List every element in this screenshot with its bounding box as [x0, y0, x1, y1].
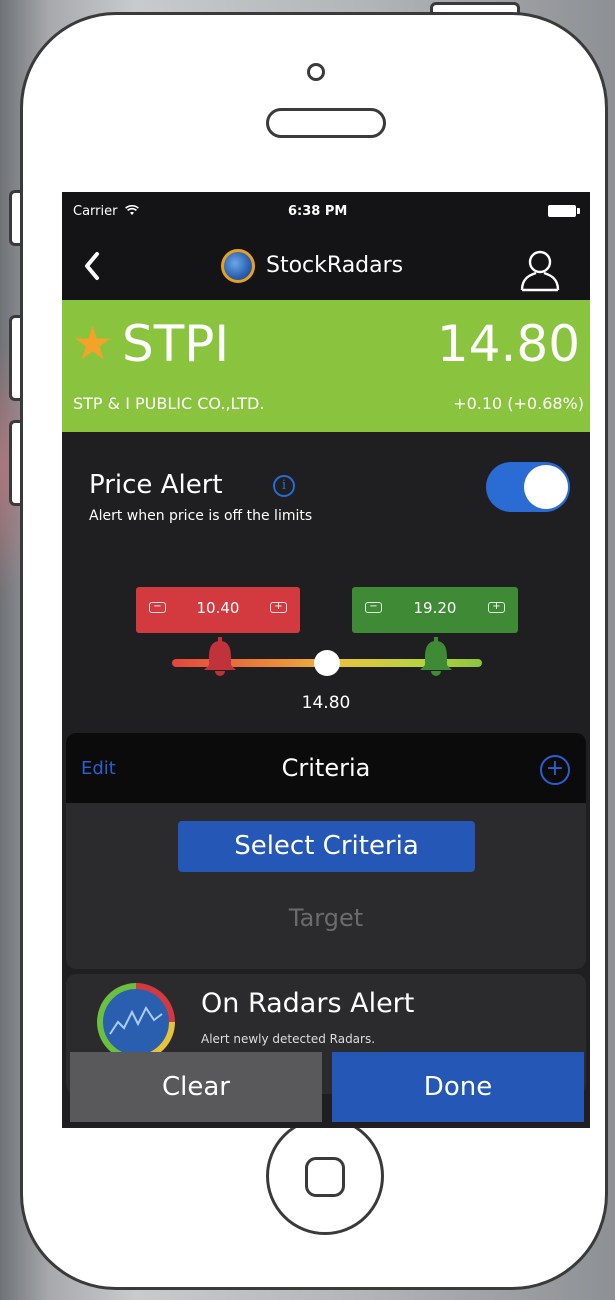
- increment-low-button[interactable]: +: [270, 602, 287, 613]
- criteria-title: Criteria: [281, 754, 371, 782]
- price-alert-subtitle: Alert when price is off the limits: [89, 508, 313, 524]
- stock-price: 14.80: [436, 315, 580, 373]
- edit-criteria-button[interactable]: Edit: [81, 758, 116, 779]
- high-limit-stepper: − 19.20 +: [352, 587, 518, 633]
- select-criteria-button[interactable]: Select Criteria: [178, 821, 475, 872]
- radars-alert-title: On Radars Alert: [201, 988, 415, 1019]
- radars-alert-subtitle: Alert newly detected Radars.: [201, 1032, 376, 1046]
- price-alert-toggle[interactable]: [486, 462, 570, 512]
- radar-icon: [96, 983, 175, 1061]
- user-icon[interactable]: [518, 248, 562, 294]
- wifi-icon: [124, 204, 139, 215]
- info-icon[interactable]: i: [273, 475, 295, 497]
- low-limit-stepper: − 10.40 +: [136, 587, 300, 633]
- price-change: +0.10 (+0.68%): [453, 394, 584, 413]
- carrier-label: Carrier: [73, 204, 139, 219]
- status-bar: Carrier 6:38 PM: [62, 192, 590, 236]
- star-icon[interactable]: ★: [72, 313, 113, 373]
- company-name: STP & I PUBLIC CO.,LTD.: [73, 394, 265, 413]
- app-title: StockRadars: [266, 253, 404, 278]
- bell-low-icon[interactable]: [200, 637, 240, 679]
- current-price-label: 14.80: [301, 693, 351, 713]
- toggle-knob: [524, 465, 568, 509]
- bell-high-icon[interactable]: [416, 637, 456, 679]
- clear-button[interactable]: Clear: [70, 1052, 322, 1122]
- nav-bar: StockRadars: [62, 236, 590, 300]
- app-screen: Carrier 6:38 PM StockRadars ★ STPI 14.80…: [62, 192, 590, 1128]
- battery-icon: [548, 205, 580, 217]
- status-time: 6:38 PM: [288, 204, 348, 219]
- app-logo-icon: [221, 249, 255, 283]
- stock-symbol: STPI: [122, 315, 230, 373]
- stock-banner: ★ STPI 14.80 STP & I PUBLIC CO.,LTD. +0.…: [62, 300, 590, 432]
- target-label: Target: [288, 904, 364, 932]
- home-button-icon: [305, 1157, 345, 1197]
- add-icon[interactable]: +: [540, 755, 570, 785]
- chevron-left-icon: [85, 252, 99, 280]
- earpiece-speaker: [266, 108, 386, 138]
- front-camera: [307, 63, 325, 81]
- done-button[interactable]: Done: [332, 1052, 584, 1122]
- increment-high-button[interactable]: +: [488, 602, 505, 613]
- current-price-thumb[interactable]: [314, 650, 340, 676]
- price-alert-title: Price Alert: [89, 470, 223, 500]
- back-button[interactable]: [82, 249, 102, 289]
